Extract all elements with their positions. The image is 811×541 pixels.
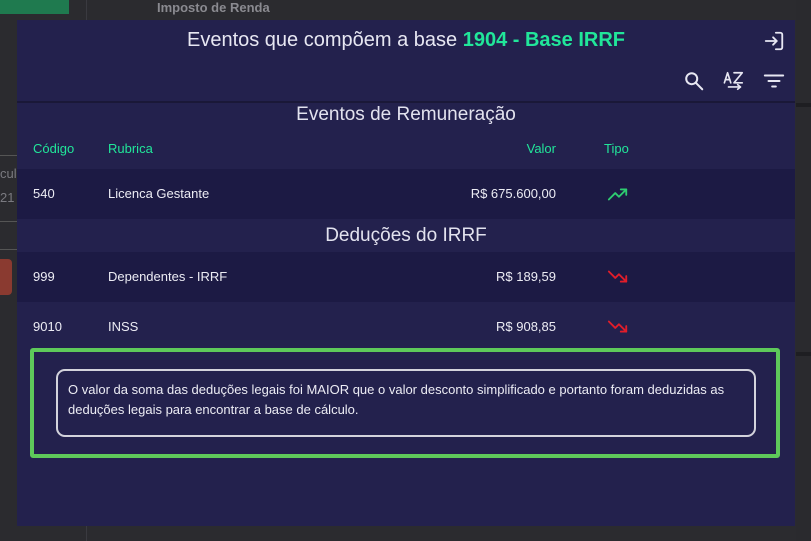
deducoes-section-title: Deduções do IRRF <box>325 225 487 246</box>
modal-title: Eventos que compõem a base 1904 - Base I… <box>17 29 795 52</box>
events-modal: Eventos que compõem a base 1904 - Base I… <box>17 20 795 526</box>
background-red-button[interactable] <box>0 259 12 295</box>
table-row[interactable]: 9010 INSS R$ 908,85 <box>17 302 795 352</box>
cell-codigo: 999 <box>33 269 55 284</box>
trending-down-icon <box>606 316 630 338</box>
trending-up-icon <box>606 183 630 205</box>
background-rule <box>0 249 18 250</box>
search-icon[interactable] <box>683 70 705 92</box>
trending-down-icon <box>606 266 630 288</box>
exit-icon[interactable] <box>763 30 785 52</box>
cell-valor: R$ 908,85 <box>496 319 556 334</box>
filter-icon[interactable] <box>763 70 785 92</box>
background-right-mark <box>796 103 811 107</box>
sort-az-icon[interactable] <box>723 70 745 92</box>
remuneracao-section-title: Eventos de Remuneração <box>296 104 516 125</box>
table-row[interactable]: 999 Dependentes - IRRF R$ 189,59 <box>17 252 795 302</box>
cell-codigo: 9010 <box>33 319 62 334</box>
cell-rubrica: Dependentes - IRRF <box>108 269 228 284</box>
cell-valor: R$ 675.600,00 <box>470 186 556 201</box>
cell-valor: R$ 189,59 <box>496 269 556 284</box>
modal-header: Eventos que compõem a base 1904 - Base I… <box>17 20 795 103</box>
column-header-valor: Valor <box>526 141 556 156</box>
background-text-fragment: 21 <box>0 190 15 205</box>
cell-rubrica: INSS <box>108 319 139 334</box>
background-rule <box>0 221 18 222</box>
background-page-title: Imposto de Renda <box>157 0 270 15</box>
modal-title-base: 1904 - Base IRRF <box>462 29 626 51</box>
modal-title-prefix: Eventos que compõem a base <box>186 29 463 51</box>
info-message: O valor da soma das deduções legais foi … <box>56 369 756 437</box>
background-right-strip <box>796 0 811 541</box>
cell-codigo: 540 <box>33 186 55 201</box>
column-header-tipo: Tipo <box>604 141 629 156</box>
background-right-mark <box>796 352 811 356</box>
background-green-bar <box>0 0 69 14</box>
background-rule <box>0 155 18 156</box>
column-header-rubrica: Rubrica <box>108 141 153 156</box>
table-row[interactable]: 540 Licenca Gestante R$ 675.600,00 <box>17 169 795 219</box>
header-divider <box>17 101 795 103</box>
cell-rubrica: Licenca Gestante <box>108 186 210 201</box>
column-header-codigo: Código <box>33 141 75 156</box>
highlight-frame: O valor da soma das deduções legais foi … <box>30 348 780 458</box>
